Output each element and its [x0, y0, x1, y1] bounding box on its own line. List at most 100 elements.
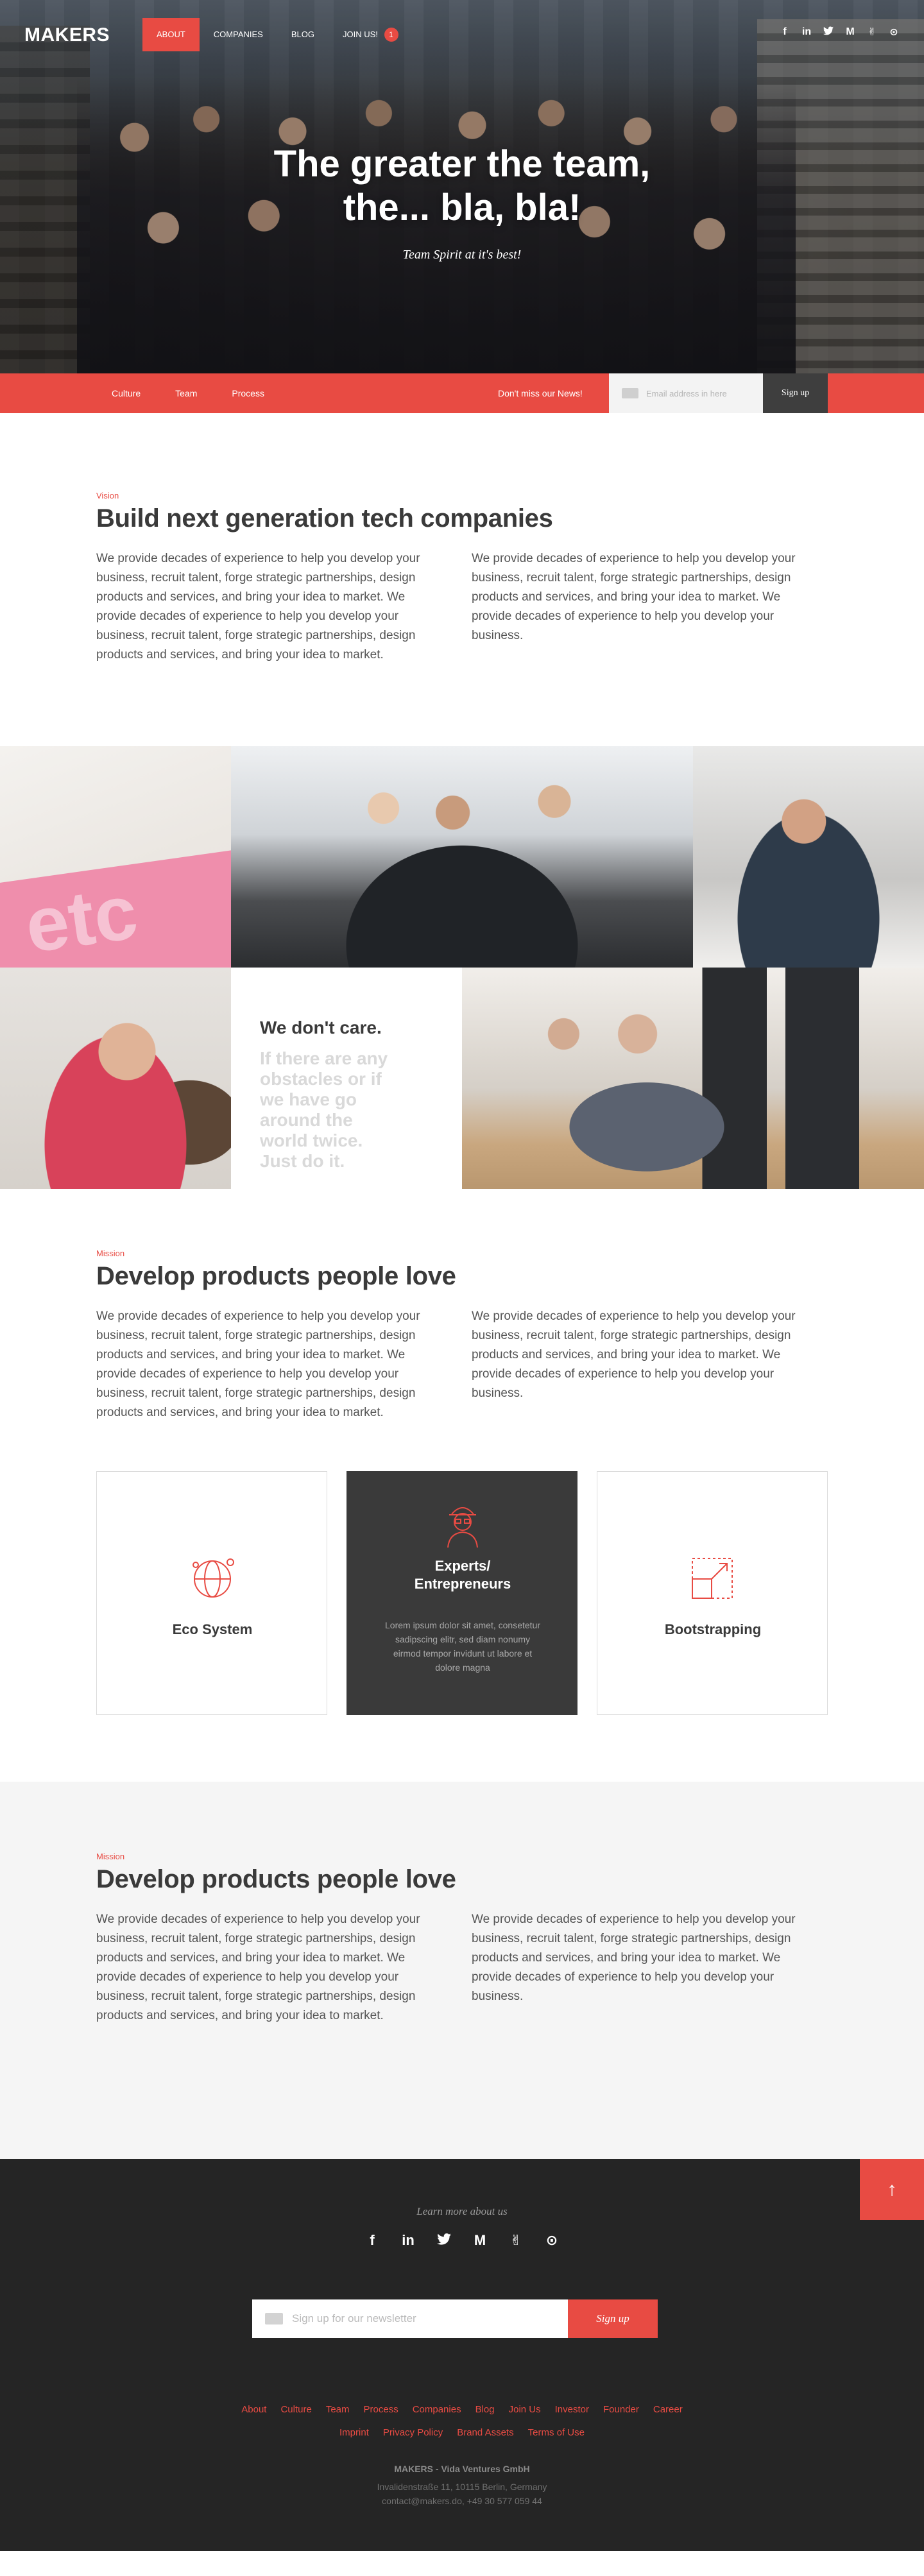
footer-link-join-us[interactable]: Join Us	[509, 2404, 541, 2415]
subnav-email-field[interactable]	[609, 373, 763, 413]
mission2-text-left: We provide decades of experience to help…	[96, 1913, 420, 2022]
subnav-links: Culture Team Process	[112, 373, 264, 413]
footer-link-team[interactable]: Team	[326, 2404, 350, 2415]
photo-office-workers	[462, 968, 924, 1189]
social-links-top: f in M ✌ ⊙	[779, 26, 900, 38]
subnav-email-input[interactable]	[646, 388, 755, 398]
hero-title: The greater the team, the... bla, bla!	[0, 142, 924, 230]
subnav-link-team[interactable]: Team	[175, 388, 197, 398]
vision-kicker: Vision	[96, 491, 119, 500]
photo-pink-sign: etc	[0, 746, 231, 968]
envelope-icon	[622, 388, 638, 398]
card-bootstrapping-title: Bootstrapping	[664, 1621, 762, 1637]
culture-image-grid: etc We don't care. If there are any obst…	[0, 746, 924, 1189]
footer-link-brand-assets[interactable]: Brand Assets	[457, 2427, 513, 2438]
facebook-icon[interactable]: f	[364, 2232, 381, 2249]
footer-link-culture[interactable]: Culture	[280, 2404, 311, 2415]
hero-heading-block: The greater the team, the... bla, bla! T…	[0, 142, 924, 262]
company-name: MAKERS - Vida Ventures GmbH	[394, 2464, 530, 2474]
footer-link-about[interactable]: About	[241, 2404, 266, 2415]
producthunt-icon[interactable]: ⊙	[543, 2232, 560, 2249]
company-contact[interactable]: contact@makers.do, +49 30 577 059 44	[0, 2494, 924, 2508]
footer-links-legal: Imprint Privacy Policy Brand Assets Term…	[0, 2427, 924, 2438]
subnav-link-culture[interactable]: Culture	[112, 388, 141, 398]
logo[interactable]: MAKERS	[24, 24, 110, 46]
footer-links-primary: About Culture Team Process Companies Blo…	[0, 2404, 924, 2415]
mission-kicker: Mission	[96, 1249, 125, 1258]
subnav-link-process[interactable]: Process	[232, 388, 264, 398]
vision-title: Build next generation tech companies	[96, 504, 553, 533]
angellist-icon[interactable]: ✌	[866, 26, 878, 38]
we-dont-care-block: We don't care. If there are any obstacle…	[231, 968, 462, 1189]
mission-section: Mission Develop products people love We …	[0, 1189, 924, 1471]
card-experts-title-line-1: Experts/	[434, 1558, 491, 1574]
card-experts-title: Experts/ Entrepreneurs	[347, 1557, 578, 1593]
angellist-icon[interactable]: ✌	[508, 2232, 524, 2249]
feature-cards: Eco System Experts/ Entrepreneurs Lorem …	[0, 1471, 924, 1782]
mission2-text-right: We provide decades of experience to help…	[472, 1913, 796, 2003]
company-address: Invalidenstraße 11, 10115 Berlin, German…	[377, 2482, 547, 2492]
newsletter-field[interactable]	[252, 2299, 568, 2338]
main-menu: ABOUT COMPANIES BLOG JOIN US! 1	[142, 18, 413, 51]
linkedin-icon[interactable]: in	[801, 26, 812, 38]
subnav-signup-button[interactable]: Sign up	[763, 373, 828, 413]
card-experts[interactable]: Experts/ Entrepreneurs Lorem ipsum dolor…	[346, 1471, 578, 1715]
newsletter-input[interactable]	[292, 2312, 549, 2325]
producthunt-icon[interactable]: ⊙	[888, 26, 900, 38]
footer-link-imprint[interactable]: Imprint	[339, 2427, 369, 2438]
expert-icon	[347, 1497, 578, 1549]
footer-link-companies[interactable]: Companies	[413, 2404, 461, 2415]
card-bootstrapping[interactable]: Bootstrapping	[597, 1471, 828, 1715]
hero-title-line-1: The greater the team,	[273, 143, 651, 185]
footer-link-investor[interactable]: Investor	[555, 2404, 589, 2415]
photo-team-meeting	[231, 746, 693, 968]
footer-link-blog[interactable]: Blog	[475, 2404, 495, 2415]
mission-title: Develop products people love	[96, 1262, 456, 1290]
footer-link-terms-of-use[interactable]: Terms of Use	[528, 2427, 585, 2438]
mission-section-secondary: Mission Develop products people love We …	[0, 1782, 924, 2159]
linkedin-icon[interactable]: in	[400, 2232, 416, 2249]
photo-smiling-man	[693, 746, 924, 968]
nav-item-blog[interactable]: BLOG	[277, 18, 329, 51]
vision-text-left: We provide decades of experience to help…	[96, 552, 420, 661]
hero-section: MAKERS ABOUT COMPANIES BLOG JOIN US! 1 f…	[0, 0, 924, 373]
footer: ↑ Learn more about us f in M ✌ ⊙ Sign up…	[0, 2159, 924, 2551]
mission-text-right: We provide decades of experience to help…	[472, 1309, 796, 1400]
card-eco-system[interactable]: Eco System	[96, 1471, 327, 1715]
envelope-icon	[265, 2313, 283, 2324]
care-title: We don't care.	[260, 1018, 382, 1037]
nav-item-companies[interactable]: COMPANIES	[200, 18, 277, 51]
medium-icon[interactable]: M	[472, 2232, 488, 2249]
nav-item-about[interactable]: ABOUT	[142, 18, 200, 51]
vision-text-right: We provide decades of experience to help…	[472, 552, 796, 642]
vision-section: Vision Build next generation tech compan…	[0, 413, 924, 746]
mission2-kicker: Mission	[96, 1852, 125, 1861]
join-us-badge: 1	[384, 27, 398, 42]
learn-more-text: Learn more about us	[416, 2205, 508, 2217]
scale-up-icon	[597, 1552, 828, 1603]
footer-link-process[interactable]: Process	[364, 2404, 398, 2415]
globe-icon	[97, 1552, 328, 1603]
card-experts-description: Lorem ipsum dolor sit amet, consetetur s…	[385, 1620, 540, 1673]
mission2-title: Develop products people love	[96, 1865, 456, 1893]
pink-sign-text: etc	[20, 868, 142, 968]
medium-icon[interactable]: M	[844, 26, 856, 38]
top-navigation: MAKERS ABOUT COMPANIES BLOG JOIN US! 1 f…	[0, 0, 924, 69]
footer-link-founder[interactable]: Founder	[603, 2404, 639, 2415]
sub-navigation-bar: Culture Team Process Don't miss our News…	[0, 373, 924, 413]
hero-subtitle: Team Spirit at it's best!	[402, 248, 522, 262]
twitter-icon[interactable]	[823, 26, 834, 38]
footer-link-career[interactable]: Career	[653, 2404, 683, 2415]
newsletter-prompt: Don't miss our News!	[498, 388, 583, 398]
nav-item-join-us[interactable]: JOIN US! 1	[329, 18, 413, 51]
social-links-footer: f in M ✌ ⊙	[0, 2232, 924, 2249]
mission-text-left: We provide decades of experience to help…	[96, 1309, 420, 1419]
footer-link-privacy-policy[interactable]: Privacy Policy	[383, 2427, 443, 2438]
newsletter-signup-button[interactable]: Sign up	[568, 2299, 658, 2338]
facebook-icon[interactable]: f	[779, 26, 791, 38]
card-eco-system-title: Eco System	[172, 1621, 253, 1637]
nav-item-join-us-label: JOIN US!	[342, 30, 378, 39]
hero-title-line-2: the... bla, bla!	[343, 187, 581, 228]
twitter-icon[interactable]	[436, 2232, 452, 2249]
card-experts-title-line-2: Entrepreneurs	[414, 1576, 511, 1592]
